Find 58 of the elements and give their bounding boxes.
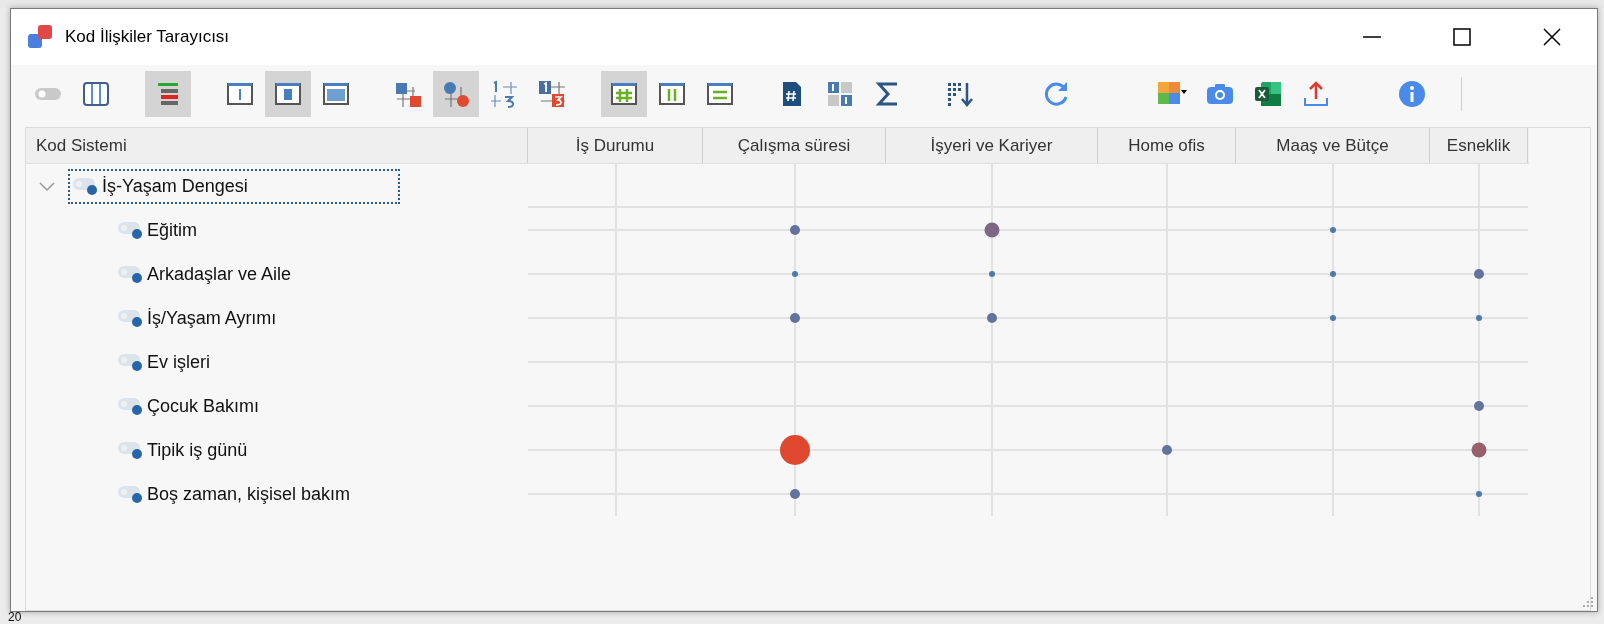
column-header[interactable]: Kod Sistemi (26, 128, 528, 163)
matrix-dot[interactable] (1474, 401, 1484, 411)
resize-grip-icon[interactable] (1583, 597, 1595, 609)
minimize-icon (1363, 36, 1381, 38)
code-icon (117, 351, 145, 374)
toolbar-button[interactable] (265, 71, 311, 117)
toolbar-button[interactable] (145, 71, 191, 117)
maximize-icon (1452, 27, 1472, 47)
tree-item[interactable]: Ev işleri (114, 345, 215, 379)
node-circle-icon (441, 79, 471, 109)
columns-icon (81, 79, 111, 109)
matrix-dot[interactable] (779, 435, 810, 465)
number-grid-icon (489, 79, 519, 109)
code-icon (117, 219, 145, 242)
background-text: 20 (8, 611, 22, 623)
window-title: Kod İlişkiler Tarayıcısı (65, 26, 230, 49)
column-header[interactable]: Maaş ve Bütçe (1236, 128, 1430, 163)
tree-item[interactable]: Eğitim (114, 213, 202, 247)
app-logo-icon (27, 24, 53, 50)
tree-item[interactable]: İş/Yaşam Ayrımı (114, 301, 282, 335)
code-icon (72, 175, 100, 198)
matrix-dot[interactable] (1474, 269, 1484, 279)
matrix-dot[interactable] (789, 489, 800, 499)
spreadsheet-icon (1253, 79, 1283, 109)
code-icon (117, 263, 145, 286)
tree-item[interactable]: Tipik iş günü (114, 433, 253, 467)
matrix-dot[interactable] (987, 313, 997, 323)
number-badge-icon (537, 79, 567, 109)
matrix-dot[interactable] (1162, 445, 1172, 455)
matrix-dot[interactable] (789, 313, 800, 323)
matrix-dot[interactable] (791, 271, 798, 277)
info-icon (1397, 79, 1427, 109)
matrix-dot[interactable] (1330, 315, 1336, 321)
matrix-dot[interactable] (989, 271, 995, 277)
column-header[interactable]: İş Durumu (528, 128, 703, 163)
close-icon (1542, 27, 1562, 47)
code-icon (117, 395, 145, 418)
tree-item[interactable]: İş-Yaşam Dengesi (68, 168, 400, 204)
matrix-dot[interactable] (789, 225, 800, 235)
column-header[interactable]: Home ofis (1098, 128, 1236, 163)
tree-item[interactable]: Boş zaman, kişisel bakım (114, 477, 356, 511)
matrix-dot[interactable] (1476, 315, 1482, 321)
upload-icon (1301, 79, 1331, 109)
matrix-dot[interactable] (1330, 271, 1336, 277)
column-header[interactable]: Çalışma süresi (703, 128, 886, 163)
toolbar-button[interactable] (601, 71, 647, 117)
code-icon (117, 483, 145, 506)
number-tiles-icon (825, 79, 855, 109)
matrix-dot[interactable] (1476, 491, 1482, 497)
tree-item[interactable]: Arkadaşlar ve Aile (114, 257, 297, 291)
code-icon (117, 439, 145, 462)
tree-item[interactable]: Çocuk Bakımı (114, 389, 265, 423)
code-icon (117, 307, 145, 330)
matrix-dot[interactable] (1330, 227, 1336, 233)
matrix-dot[interactable] (1471, 442, 1487, 458)
column-header[interactable]: Esneklik (1430, 128, 1528, 163)
matrix-dot[interactable] (984, 222, 1000, 238)
column-header[interactable]: İşyeri ve Kariyer (886, 128, 1098, 163)
